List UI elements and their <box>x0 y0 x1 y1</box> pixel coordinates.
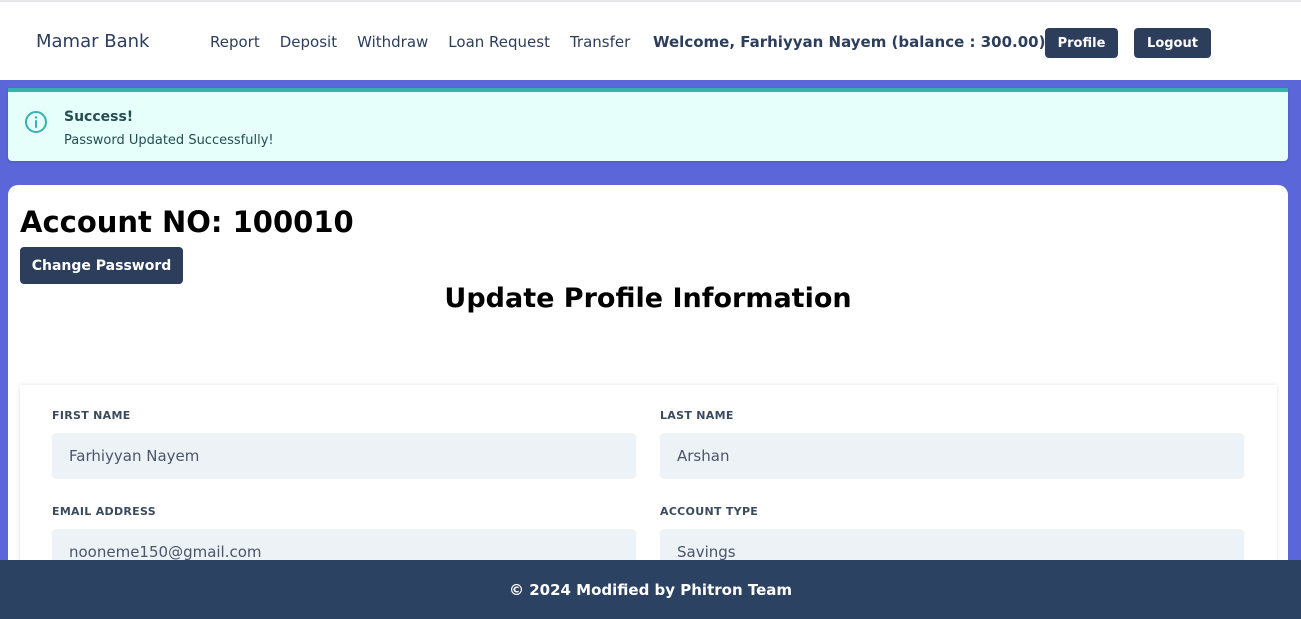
last-name-label: LAST NAME <box>660 409 734 422</box>
nav-links: Report Deposit Withdraw Loan Request Tra… <box>210 33 650 51</box>
update-profile-title: Update Profile Information <box>444 283 852 314</box>
brand-link[interactable]: Mamar Bank <box>36 31 149 52</box>
first-name-label: FIRST NAME <box>52 409 131 422</box>
info-circle-icon <box>25 111 47 133</box>
navbar: Mamar Bank Report Deposit Withdraw Loan … <box>0 0 1301 80</box>
profile-form: FIRST NAME LAST NAME EMAIL ADDRESS ACCOU… <box>20 385 1277 585</box>
welcome-balance-text: Welcome, Farhiyyan Nayem (balance : 300.… <box>653 33 1046 51</box>
footer-text: © 2024 Modified by Phitron Team <box>508 580 793 599</box>
profile-card: Account NO: 100010 Change Password Updat… <box>8 185 1288 585</box>
account-number-heading: Account NO: 100010 <box>20 205 354 239</box>
nav-link-report[interactable]: Report <box>210 33 260 51</box>
change-password-button[interactable]: Change Password <box>20 247 183 284</box>
nav-link-loan-request[interactable]: Loan Request <box>448 33 550 51</box>
nav-link-deposit[interactable]: Deposit <box>280 33 337 51</box>
last-name-field[interactable] <box>660 433 1244 479</box>
email-label: EMAIL ADDRESS <box>52 505 156 518</box>
alert-title: Success! <box>64 109 134 125</box>
success-alert: Success! Password Updated Successfully! <box>8 88 1288 161</box>
nav-link-withdraw[interactable]: Withdraw <box>357 33 428 51</box>
alert-message: Password Updated Successfully! <box>64 133 274 148</box>
first-name-field[interactable] <box>52 433 636 479</box>
profile-button[interactable]: Profile <box>1045 28 1118 58</box>
logout-button[interactable]: Logout <box>1134 28 1211 58</box>
account-type-label: ACCOUNT TYPE <box>660 505 759 518</box>
nav-link-transfer[interactable]: Transfer <box>570 33 630 51</box>
footer: © 2024 Modified by Phitron Team <box>0 560 1301 619</box>
